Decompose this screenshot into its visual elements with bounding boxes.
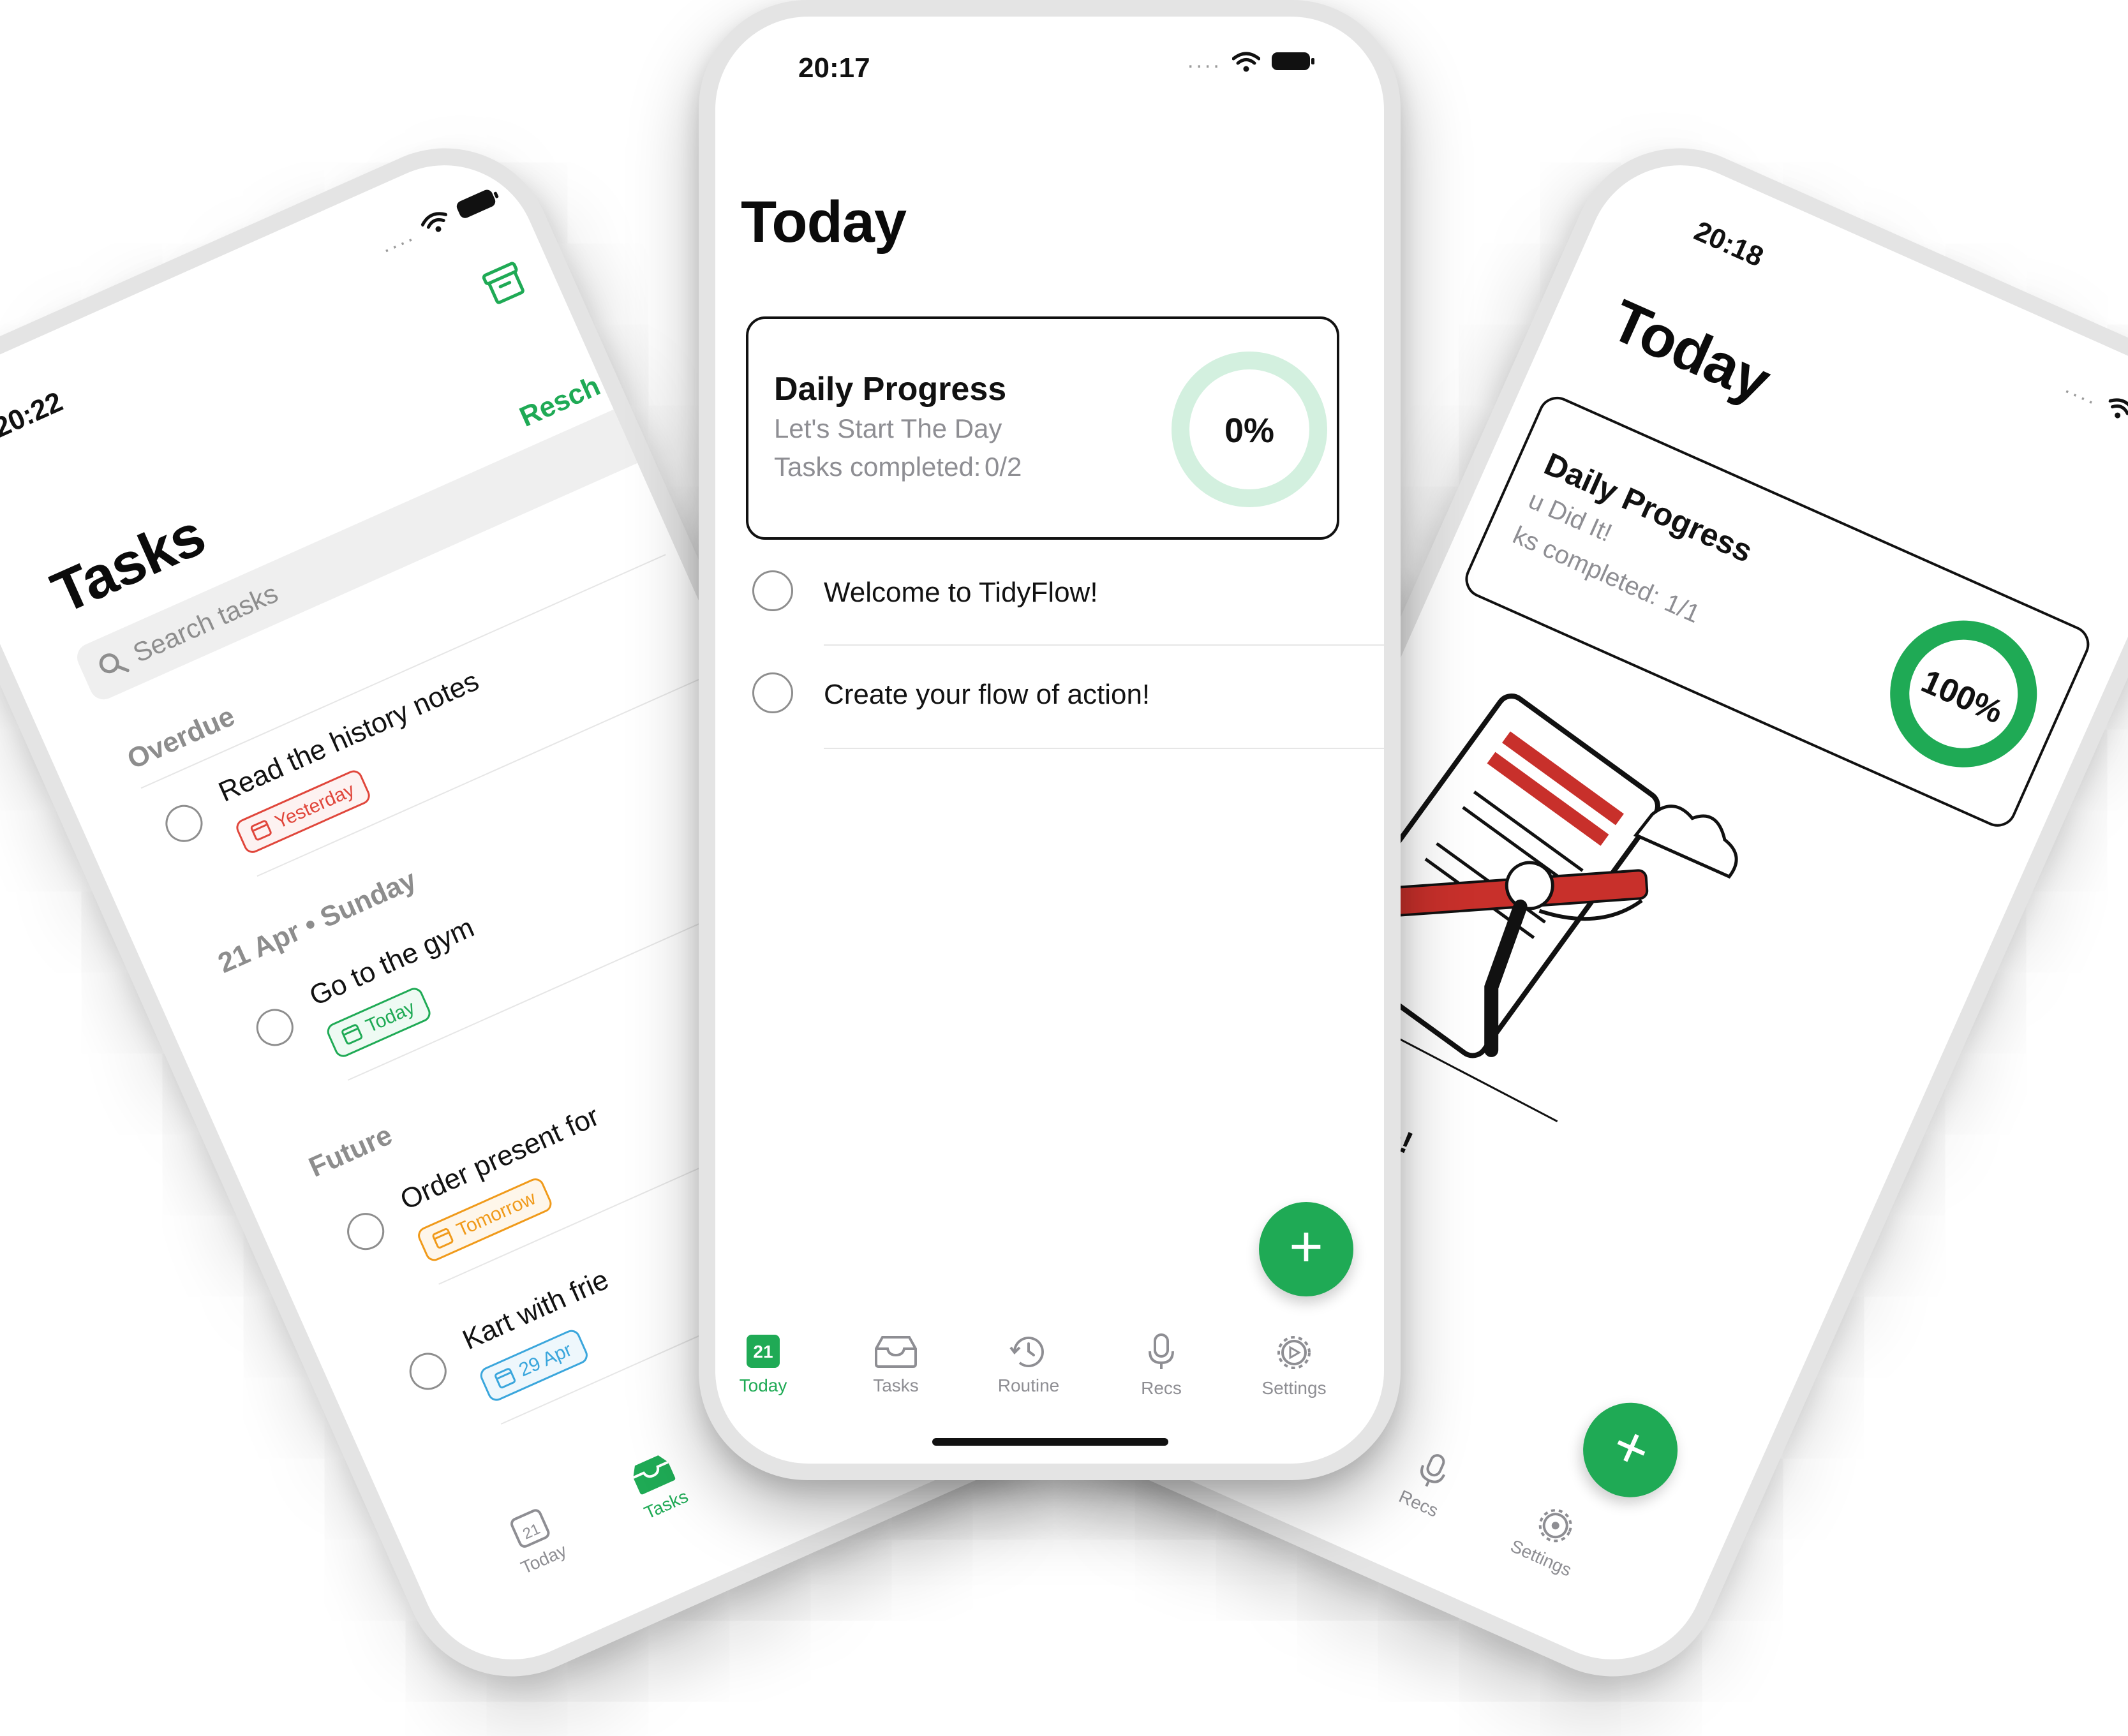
tab-settings[interactable]: Settings: [1246, 1333, 1342, 1398]
today-phone: 20:17 .... Today Daily Progress Let's St…: [699, 0, 1401, 1480]
calendar-badge-icon: 21: [510, 1509, 550, 1548]
tray-icon: [875, 1336, 917, 1368]
search-icon: [99, 653, 130, 674]
tab-recs[interactable]: Recs: [1371, 1434, 1485, 1532]
tab-recs[interactable]: Recs: [1113, 1333, 1209, 1398]
calendar-icon: [340, 1023, 364, 1046]
calendar-icon: [493, 1367, 517, 1390]
task-checkbox[interactable]: [752, 672, 793, 713]
status-time: 20:17: [798, 52, 870, 84]
chip-label: Today: [362, 997, 419, 1037]
search-placeholder: Search tasks: [128, 577, 283, 669]
tab-tasks[interactable]: Tasks: [848, 1333, 944, 1396]
tab-label: Recs: [1141, 1378, 1182, 1398]
add-task-button[interactable]: +: [1259, 1202, 1353, 1296]
calendar-badge-icon: 21: [747, 1335, 780, 1368]
task-title[interactable]: Create your flow of action!: [824, 679, 1150, 711]
task-checkbox[interactable]: [752, 570, 793, 611]
gear-icon: [1538, 1509, 1572, 1543]
home-indicator[interactable]: [932, 1438, 1168, 1446]
gear-icon: [1277, 1336, 1311, 1369]
chip-label: 29 Apr: [516, 1339, 576, 1381]
tab-routine[interactable]: Routine: [981, 1333, 1076, 1396]
cellular-signal-icon: ....: [376, 221, 419, 258]
divider: [257, 667, 724, 877]
completed-value: 0/2: [985, 452, 1022, 482]
tab-today[interactable]: 21 Today: [715, 1333, 811, 1396]
task-checkbox[interactable]: [403, 1347, 453, 1396]
task-title[interactable]: Welcome to TidyFlow!: [824, 577, 1098, 609]
daily-progress-card: Daily Progress Let's Start The Day Tasks…: [746, 316, 1339, 540]
chip-label: Tomorrow: [453, 1187, 539, 1242]
tab-label: Today: [739, 1376, 787, 1395]
microphone-icon: [1420, 1454, 1445, 1487]
task-title[interactable]: Kart with frie: [458, 1264, 614, 1356]
task-checkbox[interactable]: [250, 1003, 300, 1052]
wifi-icon: [420, 212, 448, 232]
status-time: 20:22: [0, 385, 68, 444]
progress-subtitle: Let's Start The Day: [774, 413, 1002, 443]
tab-today[interactable]: 21 Today: [479, 1492, 592, 1589]
tab-label: Settings: [1261, 1378, 1327, 1398]
tab-label: Routine: [997, 1376, 1060, 1395]
archive-icon[interactable]: [478, 258, 531, 309]
status-time: 20:18: [1690, 215, 1768, 273]
completed-label: Tasks completed:: [774, 452, 981, 482]
cellular-signal-icon: ....: [2062, 374, 2103, 410]
battery-icon: [1272, 52, 1314, 70]
completed-value: 1/1: [1660, 588, 1704, 629]
page-title: Today: [1602, 287, 1780, 415]
wifi-icon: [1232, 52, 1260, 72]
today-screen: 20:17 .... Today Daily Progress Let's St…: [715, 17, 1384, 1464]
routine-clock-icon: [1009, 1337, 1044, 1368]
chip-label: Yesterday: [272, 779, 358, 833]
divider: [824, 644, 1384, 646]
wifi-icon: [2108, 398, 2128, 419]
tab-settings[interactable]: Settings: [1493, 1488, 1607, 1587]
divider: [824, 748, 1384, 749]
calendar-icon: [431, 1227, 455, 1250]
page-title: Today: [741, 189, 907, 255]
task-checkbox[interactable]: [160, 799, 209, 848]
add-task-button[interactable]: +: [1568, 1388, 1693, 1513]
battery-icon: [456, 189, 499, 218]
task-checkbox[interactable]: [341, 1206, 391, 1256]
calendar-icon: [249, 819, 273, 842]
cellular-signal-icon: ....: [1187, 48, 1222, 73]
section-future: Future: [304, 1119, 397, 1183]
section-overdue: Overdue: [123, 700, 240, 776]
tab-today-badge: 21: [753, 1342, 773, 1361]
progress-heading: Daily Progress: [774, 371, 1007, 408]
microphone-icon: [1149, 1333, 1174, 1369]
tab-label: Tasks: [873, 1376, 919, 1395]
tab-tasks[interactable]: Tasks: [601, 1437, 714, 1534]
progress-percent: 0%: [1224, 412, 1275, 450]
